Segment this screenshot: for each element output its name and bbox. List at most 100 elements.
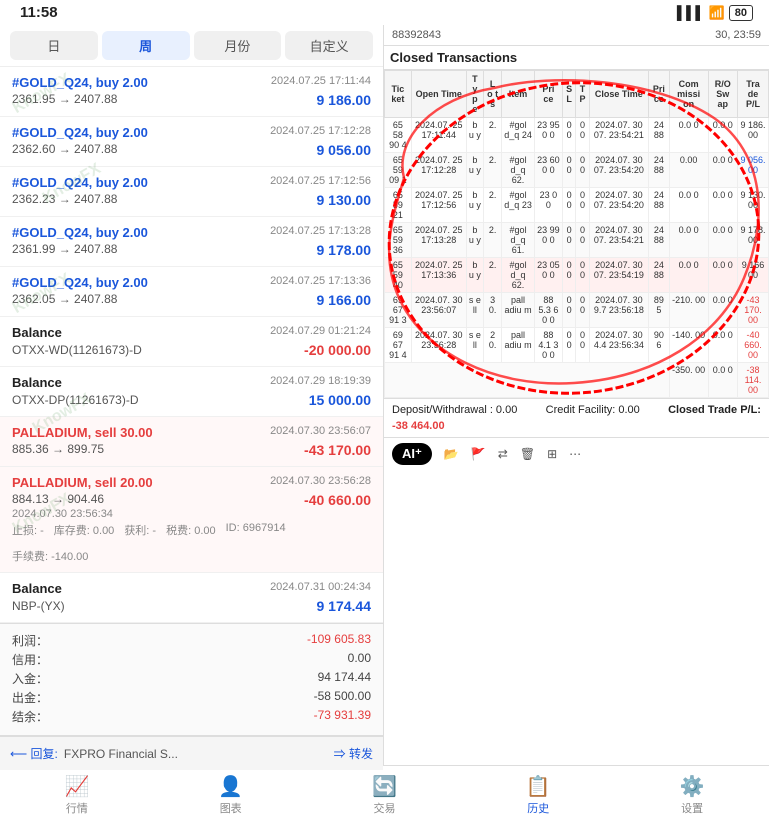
tx-prices: 885.36 → 899.75 (12, 442, 104, 458)
nav-history[interactable]: 📋 历史 (461, 770, 615, 820)
col-lots: L o t s (484, 71, 502, 118)
table-row: 65 59 21 2024.07. 25 17:12:56 b u y 2. #… (385, 188, 769, 223)
nav-trade-label: 交易 (373, 800, 395, 816)
tx-prices: 884.13 → 904.46 (12, 492, 104, 508)
table-row: 65 59 09 1 2024.07. 25 17:12:28 b u y 2.… (385, 153, 769, 188)
deposit-label: 入金： (12, 670, 48, 687)
message-text: FXPRO Financial S... (64, 747, 328, 761)
tx-prices: 2361.95 → 2407.88 (12, 92, 117, 108)
tx-title: Balance (12, 581, 62, 596)
nav-quotes[interactable]: 📈 行情 (0, 770, 154, 820)
tx-sub: OTXX-DP(11261673)-D (12, 393, 139, 408)
bottom-nav: 📈 行情 👤 图表 🔄 交易 📋 历史 ⚙️ 设置 (0, 765, 769, 824)
status-icons: ▌▌▌ 📶 80 (677, 5, 753, 21)
tx-date: 2024.07.25 17:12:56 (270, 175, 371, 187)
tab-month[interactable]: 月份 (194, 31, 282, 60)
nav-chart-label: 图表 (220, 800, 242, 816)
col-item: Item (502, 71, 535, 118)
main-content: KnowFX KnowFX KnowFX KnowFX KnowFX 日 周 月… (0, 25, 769, 765)
tx-prices: 2362.60 → 2407.88 (12, 142, 117, 158)
col-trade-pl: Tra de P/L (738, 71, 769, 118)
header-date: 30, 23:59 (715, 29, 761, 41)
tx-amount: 9 174.44 (317, 598, 372, 614)
summary-section: 利润： -109 605.83 信用： 0.00 入金： 94 174.44 出… (0, 623, 383, 736)
balance-value: -73 931.39 (314, 708, 371, 725)
list-item: Balance 2024.07.29 18:19:39 OTXX-DP(1126… (0, 367, 383, 417)
tx-extra-date: 2024.07.30 23:56:34 (12, 508, 371, 520)
flag-icon[interactable]: 🚩 (471, 447, 486, 461)
col-close-price: Pri ce (649, 71, 670, 118)
credit-facility-label: Credit Facility: 0.00 (546, 404, 640, 416)
credit-value: 0.00 (348, 651, 371, 668)
more-icon[interactable]: ⋯ (569, 447, 581, 461)
folder-icon[interactable]: 📂 (444, 447, 459, 461)
closed-trade-pl-value: -38 464.00 (392, 420, 445, 432)
tx-extra-fields: 止损: - 库存费: 0.00 获利: - 税费: 0.00 ID: 69679… (12, 522, 371, 564)
nav-chart[interactable]: 👤 图表 (154, 770, 308, 820)
tab-day[interactable]: 日 (10, 31, 98, 60)
list-item: Balance 2024.07.31 00:24:34 NBP-(YX) 9 1… (0, 573, 383, 623)
tx-title: Balance (12, 325, 62, 340)
tab-custom[interactable]: 自定义 (285, 31, 373, 60)
list-item: PALLADIUM, sell 20.00 2024.07.30 23:56:2… (0, 467, 383, 573)
nav-settings[interactable]: ⚙️ 设置 (615, 770, 769, 820)
chart-icon: 👤 (218, 774, 243, 799)
nav-history-label: 历史 (527, 800, 549, 816)
tx-date: 2024.07.29 18:19:39 (270, 375, 371, 387)
transfer-icon[interactable]: ⇄ (498, 447, 508, 461)
col-tp: T P (576, 71, 589, 118)
ai-button[interactable]: AI⁺ (392, 443, 432, 465)
tx-amount: 9 186.00 (317, 92, 372, 108)
tx-amount: -20 000.00 (304, 342, 371, 358)
tx-date: 2024.07.30 23:56:07 (270, 425, 371, 437)
tx-amount: -43 170.00 (304, 442, 371, 458)
tx-date: 2024.07.30 23:56:28 (270, 475, 371, 487)
col-close-time: Close Time (589, 71, 648, 118)
transaction-list: #GOLD_Q24, buy 2.00 2024.07.25 17:11:44 … (0, 67, 383, 623)
tx-amount: 9 056.00 (317, 142, 372, 158)
delete-icon[interactable]: 🗑 (520, 447, 535, 461)
withdrawal-value: -58 500.00 (314, 689, 371, 706)
status-bar: 11:58 ▌▌▌ 📶 80 (0, 0, 769, 25)
tx-amount: 15 000.00 (309, 392, 371, 408)
closed-trade-pl-label: Closed Trade P/L: (668, 404, 761, 416)
col-open-time: Open Time (411, 71, 466, 118)
tx-date: 2024.07.25 17:11:44 (271, 75, 371, 87)
tx-title: Balance (12, 375, 62, 390)
battery-indicator: 80 (729, 5, 753, 21)
grid-icon[interactable]: ⊞ (547, 447, 557, 461)
table-row: 65 59 36 2024.07. 25 17:13:28 b u y 2. #… (385, 223, 769, 258)
settings-icon: ⚙️ (680, 774, 705, 799)
col-sl: S L (562, 71, 575, 118)
balance-label: 结余： (12, 708, 48, 725)
list-item: #GOLD_Q24, buy 2.00 2024.07.25 17:12:56 … (0, 167, 383, 217)
signal-icon: ▌▌▌ (677, 5, 705, 20)
nav-trade[interactable]: 🔄 交易 (308, 770, 462, 820)
status-time: 11:58 (20, 4, 58, 21)
tx-prices: 2362.05 → 2407.88 (12, 292, 117, 308)
ai-toolbar: AI⁺ 📂 🚩 ⇄ 🗑 ⊞ ⋯ (384, 437, 769, 470)
credit-label: 信用： (12, 651, 48, 668)
forward-label[interactable]: ⇒ 转发 (334, 745, 373, 762)
tx-amount: 9 130.00 (317, 192, 372, 208)
tab-bar: 日 周 月份 自定义 (0, 25, 383, 67)
tx-sub: NBP-(YX) (12, 599, 65, 614)
reply-label[interactable]: ⟵ 回复: (10, 745, 58, 762)
list-item: Balance 2024.07.29 01:21:24 OTXX-WD(1126… (0, 317, 383, 367)
tx-title: #GOLD_Q24, buy 2.00 (12, 125, 148, 140)
table-row: 69 67 91 4 2024.07. 30 23:56:28 s e ll 2… (385, 328, 769, 363)
history-icon: 📋 (526, 774, 551, 799)
list-item: #GOLD_Q24, buy 2.00 2024.07.25 17:12:28 … (0, 117, 383, 167)
tx-title: #GOLD_Q24, buy 2.00 (12, 275, 148, 290)
tab-week[interactable]: 周 (102, 31, 190, 60)
tx-title: #GOLD_Q24, buy 2.00 (12, 225, 148, 240)
tx-amount: 9 166.00 (317, 292, 372, 308)
table-row: -350. 00 0.0 0 -38 114. 00 (385, 363, 769, 398)
table-row: 65 59 40 2024.07. 25 17:13:36 b u y 2. #… (385, 258, 769, 293)
tx-date: 2024.07.25 17:13:28 (270, 225, 371, 237)
table-row: 65 58 90 4 2024.07. 25 17:11:44 b u y 2.… (385, 118, 769, 153)
left-panel: KnowFX KnowFX KnowFX KnowFX KnowFX 日 周 月… (0, 25, 384, 765)
nav-settings-label: 设置 (681, 800, 703, 816)
tx-date: 2024.07.31 00:24:34 (270, 581, 371, 593)
tx-date: 2024.07.29 01:21:24 (270, 325, 371, 337)
